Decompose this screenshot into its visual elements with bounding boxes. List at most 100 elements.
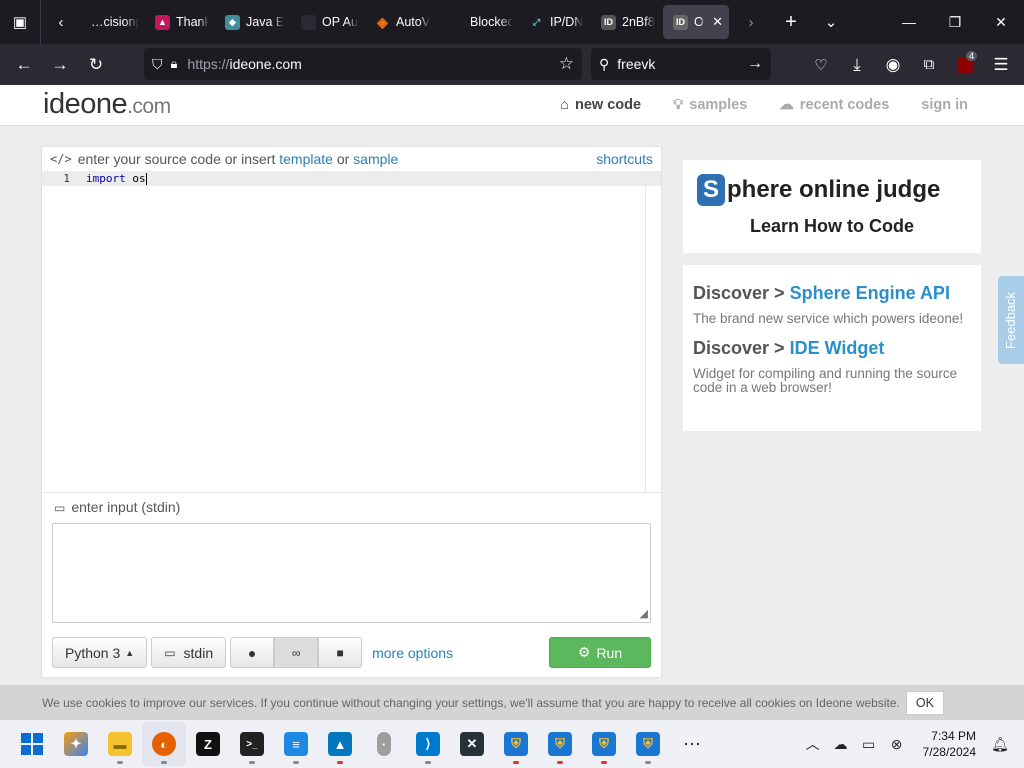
- nav-sign-in[interactable]: sign in: [921, 97, 968, 113]
- terminal-icon[interactable]: >_: [230, 722, 274, 766]
- tab-label: …cisionpr: [91, 15, 139, 29]
- search-bar[interactable]: ⚲ freevk →: [591, 48, 771, 80]
- running-indicator: [645, 761, 651, 764]
- running-indicator: [425, 761, 431, 764]
- menu-hamburger-icon[interactable]: ☰: [983, 47, 1019, 83]
- ide-widget-link[interactable]: IDE Widget: [790, 338, 885, 358]
- template-link[interactable]: template: [279, 151, 333, 167]
- code-editor[interactable]: 1 import os: [42, 171, 661, 493]
- nav-new-code-label: new code: [575, 97, 642, 113]
- download-icon[interactable]: ⤓: [839, 47, 875, 83]
- firefox-icon[interactable]: ◐: [142, 722, 186, 766]
- new-tab-icon[interactable]: +: [771, 0, 811, 44]
- extensions-puzzle-icon[interactable]: ⧉: [911, 47, 947, 83]
- stdin-toggle-button[interactable]: ▭ stdin: [151, 637, 227, 668]
- restore-window-icon[interactable]: ❐: [932, 0, 978, 44]
- scroll-tabs-left-icon[interactable]: ‹: [41, 0, 81, 44]
- spoj-banner[interactable]: S phere online judge Learn How to Code: [683, 160, 981, 253]
- close-tab-icon[interactable]: ✕: [712, 14, 723, 30]
- security-shield-icon[interactable]: ⛨: [626, 722, 670, 766]
- cookie-bar: We use cookies to improve our services. …: [0, 685, 1024, 720]
- url-bar[interactable]: ⛉ 🔒︎ https://ideone.com ☆: [144, 48, 582, 80]
- security-shield-icon[interactable]: ⛨: [494, 722, 538, 766]
- stdin-label-row: ▭ enter input (stdin): [42, 493, 661, 521]
- browser-tab[interactable]: …cisionpr: [81, 0, 145, 44]
- resize-grip-icon[interactable]: ◢: [640, 607, 648, 620]
- minimize-window-icon[interactable]: —: [886, 0, 932, 44]
- scroll-tabs-right-icon[interactable]: ›: [731, 0, 771, 44]
- tab-favicon-icon: ID: [601, 14, 616, 30]
- unlisted-visibility-button[interactable]: ∞: [274, 637, 319, 668]
- bookmark-star-icon[interactable]: ☆: [559, 54, 574, 74]
- lock-icon[interactable]: 🔒︎: [171, 56, 178, 72]
- network-tool-icon[interactable]: ✕: [450, 722, 494, 766]
- or-text: or: [336, 151, 350, 167]
- photos-icon[interactable]: ▲: [318, 722, 362, 766]
- zed-editor-icon[interactable]: Z: [186, 722, 230, 766]
- tab-label: 2nBf8: [622, 15, 655, 29]
- browser-tab[interactable]: ⤢ IP/DN: [519, 0, 591, 44]
- sphere-engine-api-link[interactable]: Sphere Engine API: [790, 283, 950, 303]
- browser-tab[interactable]: ▲ Thank: [145, 0, 215, 44]
- account-icon[interactable]: ◉: [875, 47, 911, 83]
- pocket-icon[interactable]: ♡: [803, 47, 839, 83]
- vscode-icon[interactable]: ⟩: [406, 722, 450, 766]
- search-input[interactable]: freevk: [617, 56, 655, 72]
- browser-tab-active[interactable]: ID On ✕: [663, 5, 729, 39]
- more-options-link[interactable]: more options: [372, 645, 453, 661]
- reload-icon[interactable]: ↻: [78, 47, 114, 83]
- logo-main: ideone: [43, 88, 128, 120]
- visibility-button-group: ● ∞ ■: [230, 637, 363, 668]
- notification-bell-icon[interactable]: 🔔︎: [986, 736, 1014, 753]
- browser-tab-strip: ▣ ‹ …cisionpr ▲ Thank ◆ Java E OP Au ◈ A…: [0, 0, 1024, 44]
- feedback-tab[interactable]: Feedback: [998, 276, 1024, 364]
- language-label: Python 3: [65, 644, 121, 661]
- copilot-icon[interactable]: ✦: [54, 722, 98, 766]
- more-apps-icon[interactable]: ⋯: [670, 722, 714, 766]
- shield-icon[interactable]: ⛉: [152, 56, 163, 73]
- shortcuts-link[interactable]: shortcuts: [596, 151, 653, 167]
- tab-favicon-icon: [301, 14, 316, 30]
- browser-tab[interactable]: ◆ Java E: [215, 0, 291, 44]
- ideone-logo[interactable]: ideone.com: [43, 88, 171, 121]
- run-button[interactable]: ⚙ Run: [549, 637, 651, 668]
- file-explorer-icon[interactable]: ▬: [98, 722, 142, 766]
- ublock-icon[interactable]: 4: [947, 47, 983, 83]
- browser-tab[interactable]: Blocked: [439, 0, 519, 44]
- nav-recent-codes[interactable]: ☁ recent codes: [779, 97, 889, 113]
- back-arrow-icon[interactable]: ←: [6, 47, 42, 83]
- security-shield-icon[interactable]: ⛨: [582, 722, 626, 766]
- forward-arrow-icon[interactable]: →: [42, 47, 78, 83]
- mouse-settings-icon[interactable]: ·: [362, 722, 406, 766]
- tab-overview-icon[interactable]: ▣: [0, 0, 40, 44]
- network-volume-icon[interactable]: ⊗: [883, 736, 911, 753]
- security-shield-icon[interactable]: ⛨: [538, 722, 582, 766]
- running-indicator: [513, 761, 519, 764]
- notepad-icon[interactable]: ≡: [274, 722, 318, 766]
- close-window-icon[interactable]: ✕: [978, 0, 1024, 44]
- sample-link[interactable]: sample: [353, 151, 398, 167]
- spoj-title: S phere online judge: [697, 174, 940, 206]
- list-tabs-chevron-icon[interactable]: ⌄: [811, 0, 851, 44]
- stdin-input[interactable]: ◢: [52, 523, 651, 623]
- nav-new-code[interactable]: ⌂ new code: [560, 97, 641, 113]
- tab-label: Thank: [176, 15, 209, 29]
- clock[interactable]: 7:34 PM 7/28/2024: [923, 728, 976, 760]
- display-icon[interactable]: ▭: [855, 736, 883, 753]
- private-visibility-button[interactable]: ■: [318, 637, 363, 668]
- language-select-button[interactable]: Python 3 ▲: [52, 637, 148, 668]
- cookie-ok-button[interactable]: OK: [905, 690, 944, 715]
- running-indicator: [293, 761, 299, 764]
- browser-tab[interactable]: ID 2nBf8: [591, 0, 661, 44]
- browser-tab[interactable]: OP Au: [291, 0, 365, 44]
- go-arrow-icon[interactable]: →: [747, 55, 763, 73]
- public-visibility-button[interactable]: ●: [230, 637, 275, 668]
- show-hidden-icons-chevron-icon[interactable]: ︿: [799, 734, 827, 754]
- nav-samples[interactable]: 💡︎ samples: [673, 97, 747, 113]
- start-windows-icon[interactable]: [10, 722, 54, 766]
- browser-tab[interactable]: ◈ AutoV: [365, 0, 439, 44]
- url-scheme: https://: [187, 56, 230, 72]
- cloud-offline-icon[interactable]: ☁: [827, 736, 855, 753]
- clock-time: 7:34 PM: [931, 729, 976, 743]
- tab-favicon-icon: ID: [673, 14, 688, 30]
